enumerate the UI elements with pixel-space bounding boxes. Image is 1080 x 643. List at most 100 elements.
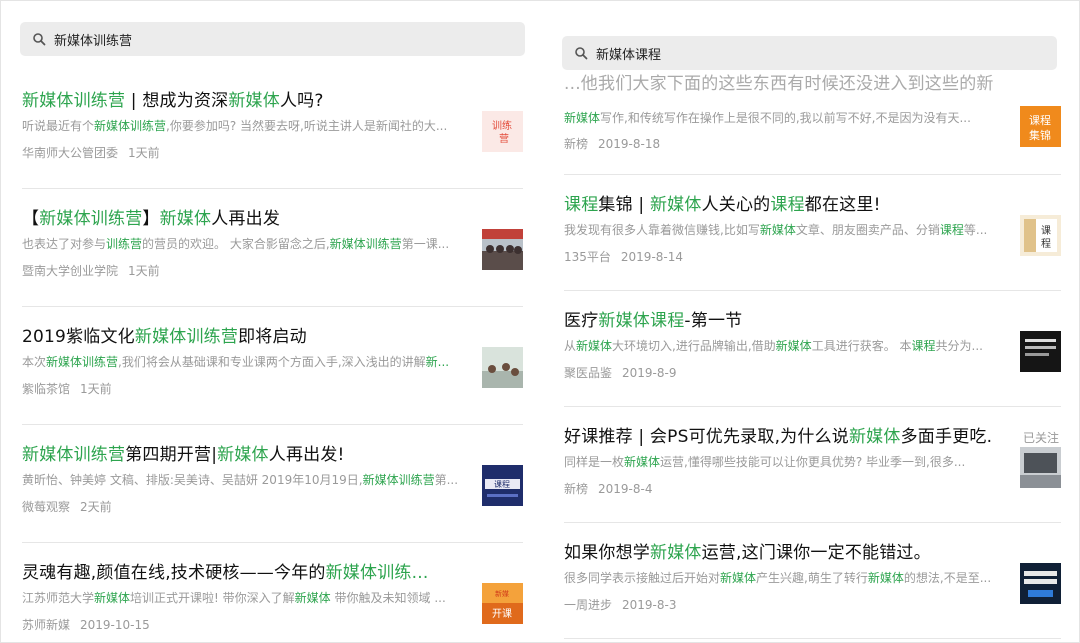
title-text: 人再出发! bbox=[268, 445, 345, 465]
result-time: 2019-10-15 bbox=[80, 618, 150, 632]
snippet-text: ,我们将会从基础课和专业课两个方面入手,深入浅出的讲解 bbox=[118, 355, 426, 369]
result-time: 2019-8-18 bbox=[598, 137, 661, 151]
result-meta: 华南师大公管团委 1天前 bbox=[22, 144, 160, 161]
snippet-highlight: 训练营 bbox=[106, 237, 143, 251]
title-text: | 想成为资深 bbox=[125, 91, 229, 111]
snippet-highlight: 新媒体训练营 bbox=[329, 237, 402, 251]
snippet-highlight: 新媒体训练营 bbox=[94, 119, 167, 133]
title-text: 第四期开营| bbox=[125, 445, 218, 465]
result-title[interactable]: 好课推荐 | 会PS可优先录取,为什么说新媒体多面手更吃... bbox=[564, 422, 994, 447]
result-title[interactable]: 课程集锦 | 新媒体人关心的课程都在这里! bbox=[564, 190, 994, 215]
result-thumbnail[interactable] bbox=[482, 229, 523, 270]
result-title[interactable]: 【新媒体训练营】新媒体人再出发 bbox=[22, 204, 477, 229]
search-query[interactable]: 新媒体课程 bbox=[596, 44, 661, 63]
result-item[interactable]: 如果你想学新媒体运营,这门课你一定不能错过。 很多同学表示接触过后开始对新媒体产生… bbox=[564, 523, 1061, 639]
followed-badge: 已关注 bbox=[1022, 431, 1059, 445]
result-time: 1天前 bbox=[128, 264, 160, 278]
result-item[interactable]: 灵魂有趣,颜值在线,技术硬核——今年的新媒体训练... 江苏师范大学新媒体培训正式… bbox=[22, 543, 523, 642]
snippet-text: 大环境切入,进行品牌输出,借助 bbox=[612, 339, 776, 353]
title-highlight: 新媒体训练营 bbox=[22, 445, 126, 465]
result-source: 苏师新媒 bbox=[22, 618, 71, 632]
result-thumbnail[interactable]: 课程 集锦 bbox=[1020, 106, 1061, 147]
result-item[interactable]: 2019紫临文化新媒体训练营即将启动 本次新媒体训练营,我们将会从基础课和专业课两… bbox=[22, 307, 523, 425]
snippet-highlight: 新媒体 bbox=[294, 591, 331, 605]
result-source: 暨南大学创业学院 bbox=[22, 264, 119, 278]
snippet-text: 运营,懂得哪些技能可以让你更具优势? 毕业季一到,很多... bbox=[660, 455, 966, 469]
svg-text:开课: 开课 bbox=[492, 608, 512, 620]
result-thumbnail[interactable]: 训练营 bbox=[482, 111, 523, 152]
snippet-text: 听说最近有个 bbox=[22, 119, 95, 133]
snippet-highlight: 新媒体 bbox=[720, 571, 757, 585]
result-title-cutoff[interactable]: ...他我们大家下面的这些东西有时候还没进入到这些的新媒体行业里做了... bbox=[564, 69, 994, 94]
result-source: 新榜 bbox=[564, 482, 589, 496]
search-icon bbox=[32, 32, 46, 46]
result-item[interactable]: 新媒体训练营 | 想成为资深新媒体人吗? 听说最近有个新媒体训练营,你要参加吗? … bbox=[22, 71, 523, 189]
result-time: 1天前 bbox=[80, 382, 112, 396]
title-highlight: 新媒体 bbox=[649, 195, 702, 215]
result-thumbnail[interactable]: 开课 新媒 bbox=[482, 583, 523, 624]
results-list: ...他我们大家下面的这些东西有时候还没进入到这些的新媒体行业里做了...新媒体… bbox=[541, 74, 1079, 639]
snippet-text: 黄昕怡、钟美婷 文稿、排版:吴美诗、吴喆妍 2019年10月19日, bbox=[22, 473, 363, 487]
svg-text:课程: 课程 bbox=[1029, 114, 1051, 127]
result-item[interactable]: 【新媒体训练营】新媒体人再出发也表达了对参与训练营的营员的欢迎。 大家合影留念之… bbox=[22, 189, 523, 307]
title-text: 即将启动 bbox=[238, 327, 307, 347]
screenshot-frame: 新媒体训练营 新媒体训练营 | 想成为资深新媒体人吗? 听说最近有个新媒体训练营,… bbox=[0, 0, 1080, 643]
result-item[interactable]: 新媒体训练营第四期开营|新媒体人再出发! 黄昕怡、钟美婷 文稿、排版:吴美诗、吴喆… bbox=[22, 425, 523, 543]
result-item[interactable]: 课程集锦 | 新媒体人关心的课程都在这里! 我发现有很多人靠着微信赚钱,比如写新媒… bbox=[564, 175, 1061, 291]
result-title[interactable]: 如果你想学新媒体运营,这门课你一定不能错过。 bbox=[564, 538, 994, 563]
title-text: 灵魂有趣,颜值在线,技术硬核——今年的 bbox=[22, 563, 326, 583]
result-title[interactable]: 新媒体训练营 | 想成为资深新媒体人吗? bbox=[22, 86, 477, 111]
snippet-text: 工具进行获客。 本 bbox=[811, 339, 912, 353]
title-highlight: 新媒体 bbox=[217, 445, 269, 465]
result-title[interactable]: 医疗新媒体课程-第一节 bbox=[564, 306, 994, 331]
title-text: 都在这里! bbox=[804, 195, 881, 215]
result-source: 紫临茶馆 bbox=[22, 382, 71, 396]
result-title[interactable]: 2019紫临文化新媒体训练营即将启动 bbox=[22, 322, 477, 347]
title-text: 2019紫临文化 bbox=[22, 327, 135, 347]
result-item[interactable]: 好课推荐 | 会PS可优先录取,为什么说新媒体多面手更吃... 同样是一枚新媒体运… bbox=[564, 407, 1061, 523]
title-text: 医疗 bbox=[564, 311, 599, 331]
result-source: 一周进步 bbox=[564, 598, 613, 612]
snippet-text: 从 bbox=[564, 339, 577, 353]
result-time: 2019-8-9 bbox=[622, 366, 677, 380]
snippet-highlight: 课程 bbox=[939, 223, 964, 237]
title-highlight: 新媒体 bbox=[848, 427, 901, 447]
result-time: 1天前 bbox=[128, 146, 160, 160]
svg-text:课: 课 bbox=[1041, 225, 1051, 237]
snippet-text: 文章、朋友圈卖产品、分销 bbox=[795, 223, 940, 237]
result-snippet: 听说最近有个新媒体训练营,你要参加吗? 当然要去呀,听说主讲人是新闻社的大... bbox=[22, 117, 467, 134]
result-title[interactable]: 灵魂有趣,颜值在线,技术硬核——今年的新媒体训练... bbox=[22, 558, 477, 583]
result-snippet: 也表达了对参与训练营的营员的欢迎。 大家合影留念之后,新媒体训练营第一课... bbox=[22, 235, 467, 252]
search-bar[interactable]: 新媒体课程 bbox=[562, 36, 1057, 70]
result-time: 2019-8-14 bbox=[620, 250, 684, 264]
result-thumbnail[interactable]: 课程 bbox=[482, 465, 523, 506]
title-text: 人再出发 bbox=[211, 209, 281, 229]
result-thumbnail[interactable] bbox=[482, 347, 523, 388]
svg-text:课程: 课程 bbox=[494, 480, 510, 489]
result-title[interactable]: 新媒体训练营第四期开营|新媒体人再出发! bbox=[22, 440, 477, 465]
result-thumbnail[interactable]: 课程 bbox=[1020, 215, 1061, 256]
snippet-highlight: 新媒体训练营 bbox=[362, 473, 435, 487]
result-snippet: 江苏师范大学新媒体培训正式开课啦! 带你深入了解新媒体 带你触及未知领域 ... bbox=[22, 589, 467, 606]
result-snippet: 我发现有很多人靠着微信赚钱,比如写新媒体文章、朋友圈卖产品、分销课程等... bbox=[564, 221, 1004, 238]
result-thumbnail[interactable] bbox=[1020, 447, 1061, 488]
result-thumbnail[interactable] bbox=[1020, 331, 1061, 372]
title-text: 人吗? bbox=[279, 91, 324, 111]
snippet-text: 产生兴趣,萌生了转行 bbox=[756, 571, 868, 585]
result-item[interactable]: 医疗新媒体课程-第一节 从新媒体大环境切入,进行品牌输出,借助新媒体工具进行获客。… bbox=[564, 291, 1061, 407]
snippet-text: 第... bbox=[434, 473, 459, 487]
snippet-highlight: 新媒体训练营 bbox=[46, 355, 119, 369]
snippet-highlight: 新... bbox=[425, 355, 450, 369]
result-item[interactable]: ...他我们大家下面的这些东西有时候还没进入到这些的新媒体行业里做了...新媒体… bbox=[564, 74, 1061, 175]
result-time: 2019-8-3 bbox=[622, 598, 677, 612]
snippet-text: 的想法,不是至... bbox=[903, 571, 992, 585]
title-text: 运营,这门课你一定不能错过。 bbox=[701, 543, 931, 563]
result-thumbnail[interactable] bbox=[1020, 563, 1061, 604]
search-bar[interactable]: 新媒体训练营 bbox=[20, 22, 525, 56]
search-query[interactable]: 新媒体训练营 bbox=[54, 30, 132, 49]
result-source: 华南师大公管团委 bbox=[22, 146, 119, 160]
result-source: 微莓观察 bbox=[22, 500, 71, 514]
result-meta: 苏师新媒 2019-10-15 bbox=[22, 616, 150, 633]
svg-text:程: 程 bbox=[1041, 238, 1051, 250]
results-list: 新媒体训练营 | 想成为资深新媒体人吗? 听说最近有个新媒体训练营,你要参加吗? … bbox=[1, 71, 541, 642]
